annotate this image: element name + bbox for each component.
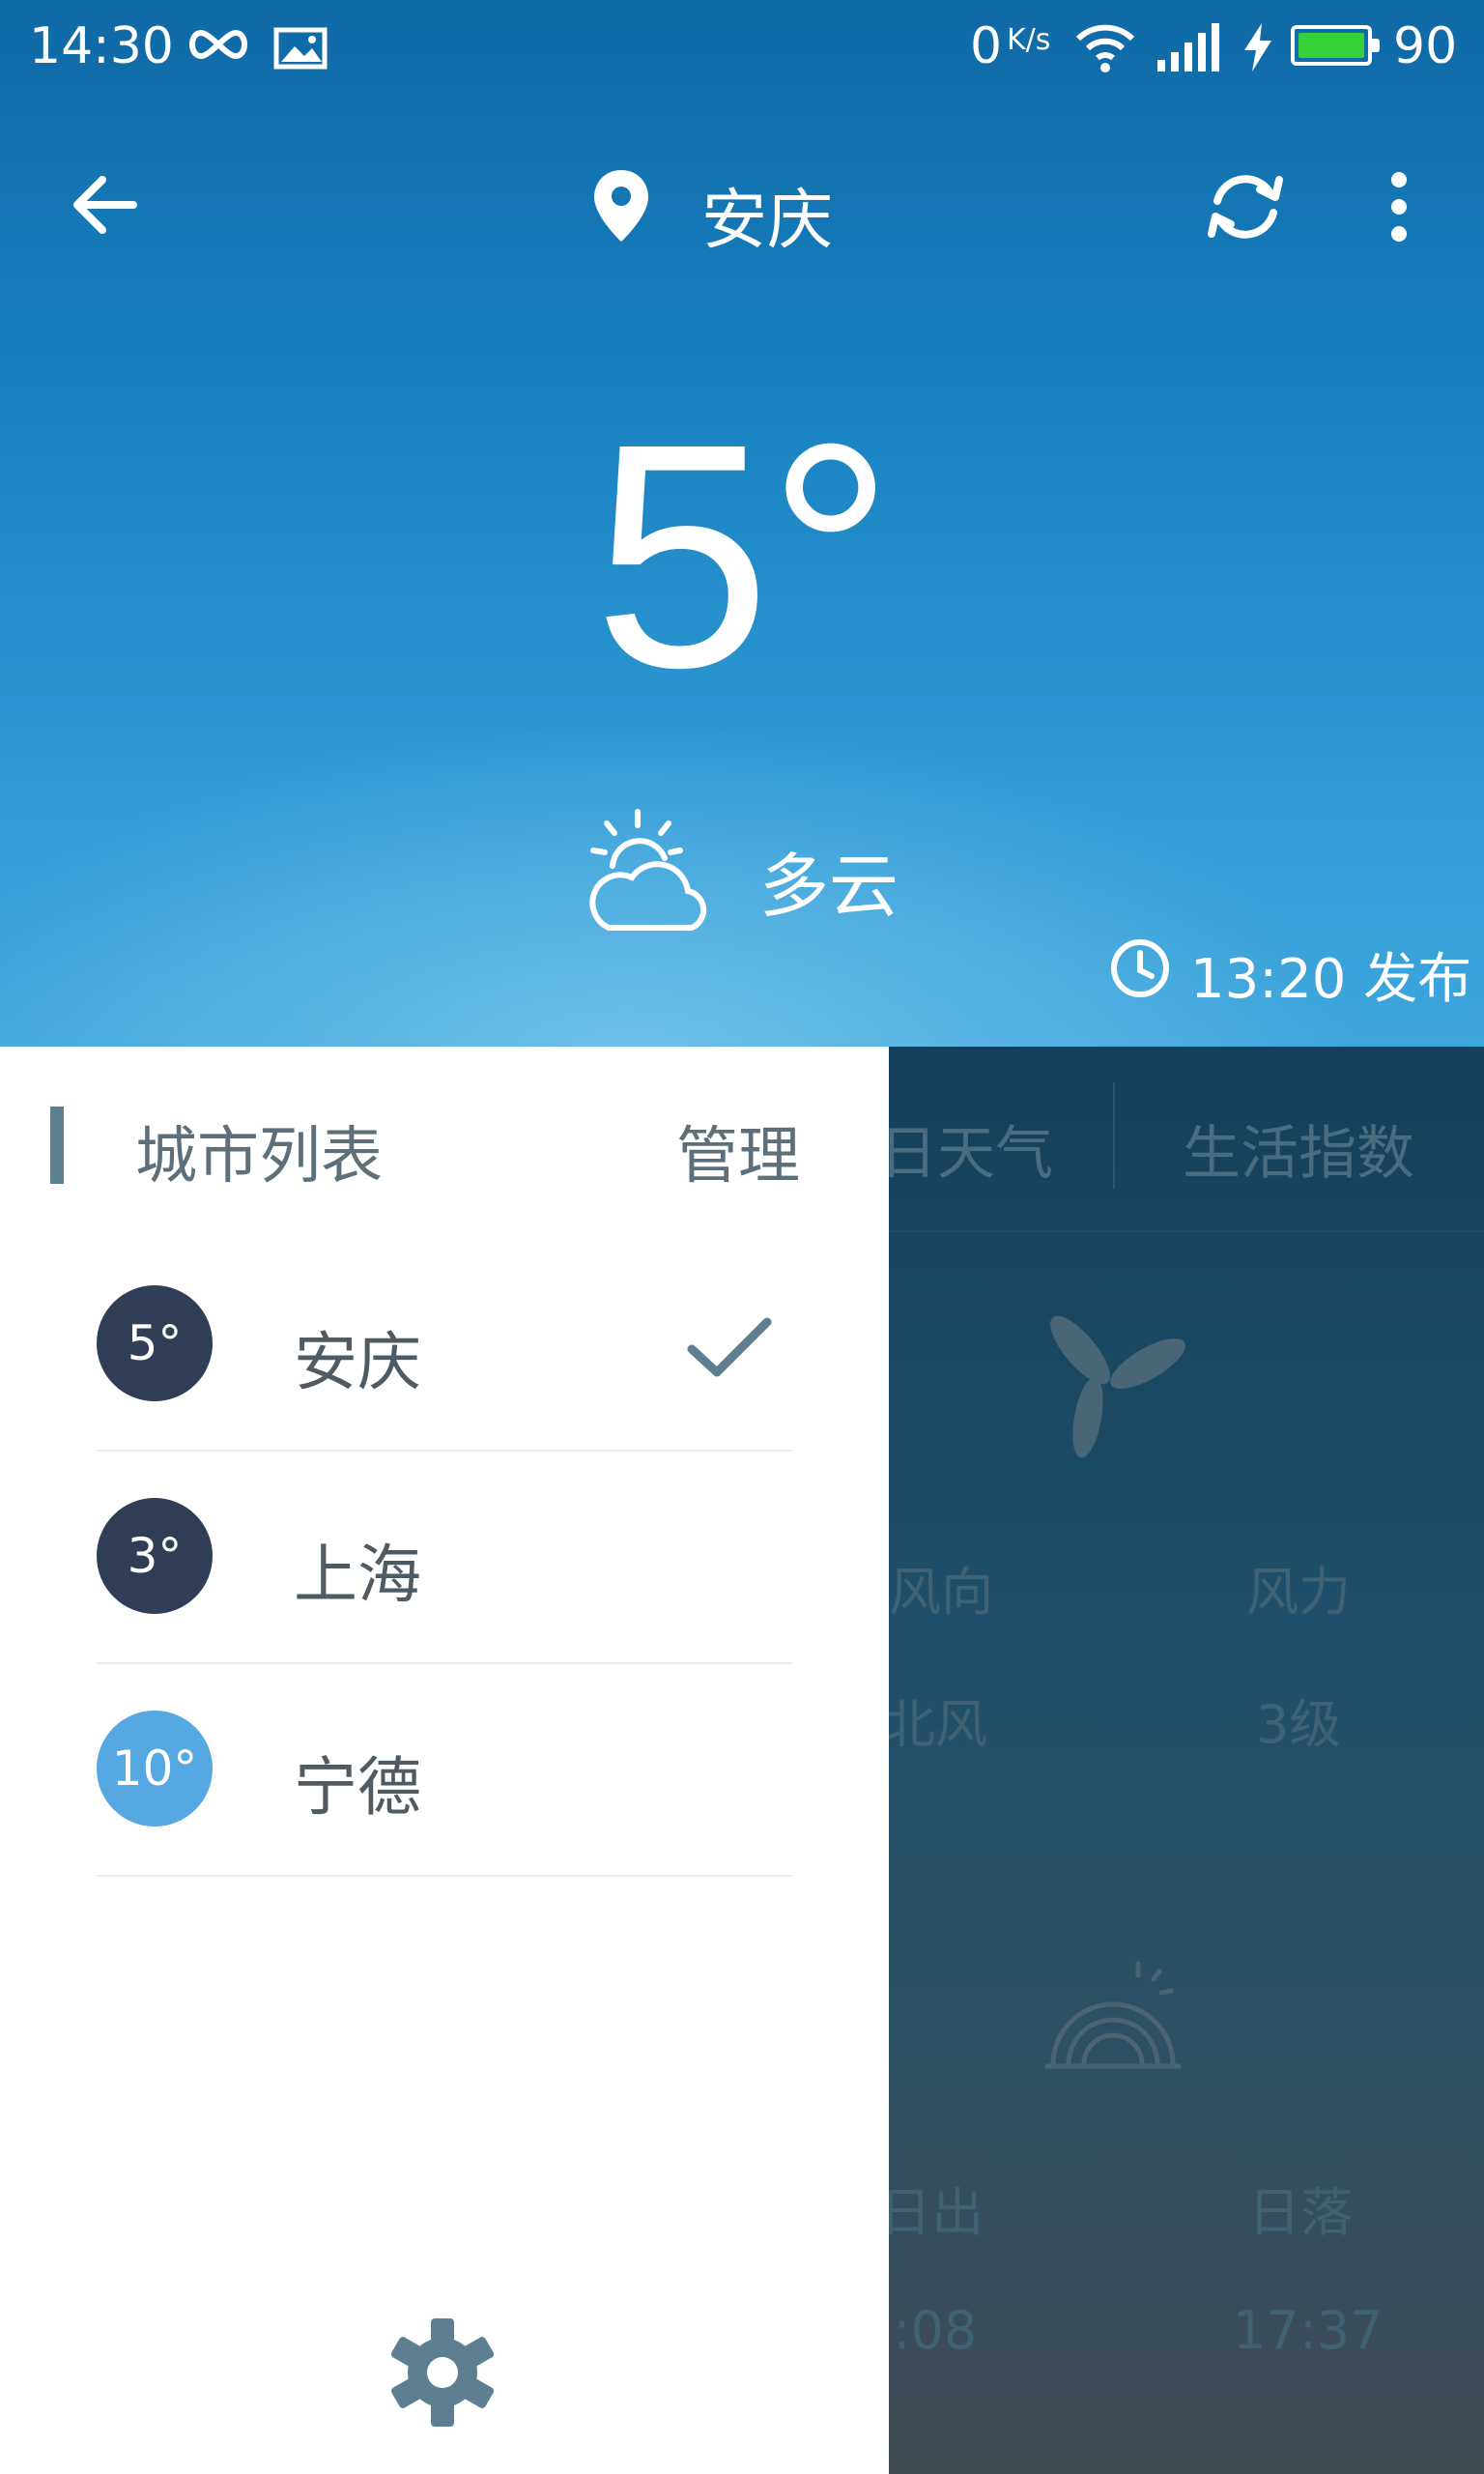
refresh-button[interactable] (1200, 166, 1291, 247)
tab-life-index[interactable]: 生活指数 (1183, 1107, 1414, 1191)
wind-force-label: 风力 (1246, 1562, 1351, 1623)
city-name: 安庆 (294, 1325, 421, 1399)
publish-time: 13:20 发布 (1190, 948, 1472, 1011)
city-list-item[interactable]: 3° 上海 (97, 1450, 792, 1664)
drawer-accent-bar (50, 1107, 64, 1184)
sunrise-label: 日出 (879, 2182, 984, 2243)
back-button[interactable] (66, 166, 143, 244)
wind-force-value: 3级 (1256, 1694, 1342, 1755)
manage-button[interactable]: 管理 (676, 1107, 800, 1195)
current-temperature: 5° (593, 377, 895, 734)
clock-icon (1111, 939, 1169, 997)
status-time: 14:30 (29, 17, 174, 75)
wifi-icon (1075, 24, 1135, 72)
section-divider (870, 1230, 1484, 1232)
city-list-item[interactable]: 5° 安庆 (97, 1237, 792, 1452)
city-temp-badge: 3° (97, 1498, 213, 1614)
drawer-title: 城市列表 (135, 1121, 383, 1193)
wind-direction-label: 风向 (889, 1562, 993, 1623)
sunset-time: 17:37 (1233, 2300, 1384, 2361)
tab-divider (1113, 1082, 1115, 1189)
net-speed: 0 (970, 17, 1003, 75)
status-bar: 14:30 0 K/s 90 (0, 0, 1484, 97)
settings-button[interactable] (386, 2316, 499, 2429)
city-list-drawer: 城市列表 管理 5° 安庆 3° 上海 10° 宁德 (0, 1047, 889, 2474)
tab-daily-weather[interactable]: 日天气 (879, 1107, 1053, 1191)
section-divider (870, 1853, 1484, 1855)
charging-icon (1244, 23, 1271, 72)
sunset-label: 日落 (1248, 2182, 1353, 2243)
map-pin-icon (594, 170, 648, 242)
weather-condition: 多云 (759, 846, 899, 927)
page-title[interactable]: 安庆 (701, 166, 833, 262)
check-icon (687, 1317, 772, 1377)
net-speed-unit: K/s (1007, 23, 1051, 57)
infinity-icon (189, 29, 247, 60)
city-name: 宁德 (294, 1750, 421, 1825)
battery-icon (1291, 25, 1380, 66)
city-name: 上海 (294, 1538, 421, 1612)
city-list-item[interactable]: 10° 宁德 (97, 1662, 792, 1877)
sunset-icon (1044, 1961, 1182, 2069)
more-options-button[interactable] (1370, 166, 1428, 247)
battery-level: 90 (1393, 17, 1458, 75)
weather-hero: 14:30 0 K/s 90 安庆 5° 多云 13:20 发布 (0, 0, 1484, 1047)
city-temp-badge: 5° (97, 1285, 213, 1401)
city-temp-badge: 10° (97, 1711, 213, 1827)
image-icon (273, 27, 328, 70)
fan-icon (1050, 1315, 1185, 1458)
signal-icon (1157, 23, 1219, 72)
partly-cloudy-icon (589, 809, 707, 931)
